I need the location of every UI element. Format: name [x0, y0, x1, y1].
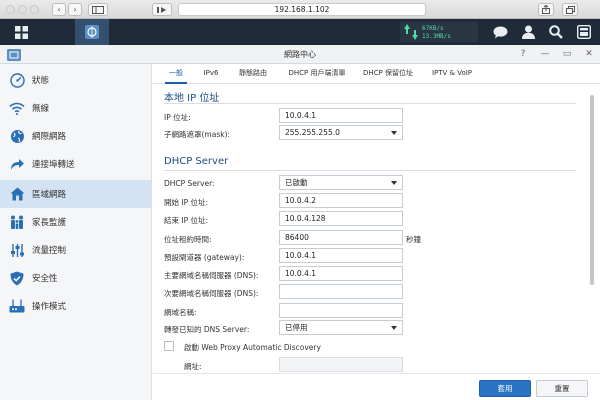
sidebar-item-internet[interactable]: 網際網路	[0, 122, 152, 150]
scrollbar[interactable]	[588, 85, 596, 373]
main-menu-icon[interactable]	[4, 19, 38, 45]
close-icon[interactable]: ✕	[583, 45, 595, 64]
lease-time-unit: 秒鐘	[406, 235, 421, 244]
subnet-mask-value: 255.255.255.0	[285, 128, 340, 137]
tab-dhcp-reservation[interactable]: DHCP 保留位址	[359, 64, 417, 84]
chevron-down-icon	[391, 131, 397, 135]
dhcp-server-label: DHCP Server:	[164, 179, 215, 188]
gauge-icon	[9, 72, 25, 88]
domain-name-input[interactable]	[279, 303, 403, 318]
wifi-icon	[9, 100, 25, 116]
globe-icon	[9, 128, 25, 144]
download-speed: 13.3MB/s	[422, 33, 451, 40]
start-ip-label: 開始 IP 位址:	[164, 198, 209, 207]
sidebar-item-status[interactable]: 狀態	[0, 66, 152, 94]
dsm-taskbar: 67KB/s 13.3MB/s	[0, 19, 600, 45]
minimize-icon[interactable]: —	[539, 45, 551, 64]
back-icon[interactable]: ‹	[52, 3, 66, 16]
sidebar-icon[interactable]	[88, 3, 108, 16]
minimize-window-dot[interactable]	[18, 5, 27, 14]
house-icon	[9, 186, 25, 202]
primary-dns-label: 主要網域名稱伺服器 (DNS):	[164, 271, 259, 280]
section-title-dhcp: DHCP Server	[164, 156, 229, 167]
section-divider	[164, 170, 576, 171]
reset-button[interactable]: 重置	[536, 380, 588, 397]
wpad-checkbox[interactable]	[164, 341, 174, 351]
gateway-input[interactable]: 10.0.4.1	[279, 248, 403, 263]
sidebar-item-lan[interactable]: 區域網路	[0, 180, 152, 208]
settings-panel: 本地 IP 位址 IP 位址: 10.0.4.1 子網路遮罩(mask): 25…	[153, 85, 588, 373]
start-ip-input[interactable]: 10.0.4.2	[279, 193, 403, 208]
wpad-label: 啟動 Web Proxy Automatic Discovery	[184, 343, 321, 352]
section-divider	[164, 103, 576, 104]
close-window-dot[interactable]	[6, 5, 15, 14]
secondary-dns-label: 次要網域名稱伺服器 (DNS):	[164, 289, 259, 298]
forward-dns-value: 已停用	[285, 323, 308, 332]
chevron-down-icon	[391, 326, 397, 330]
tabs-icon[interactable]	[562, 3, 578, 16]
router-icon	[9, 298, 25, 314]
forward-dns-label: 轉發已知的 DNS Server:	[164, 325, 250, 334]
tab-bar: 一般 IPv6 靜態路由 DHCP 用戶端清單 DHCP 保留位址 IPTV &…	[153, 64, 600, 84]
tab-general[interactable]: 一般	[165, 64, 187, 84]
primary-dns-input[interactable]: 10.0.4.1	[279, 266, 403, 281]
forward-icon[interactable]: ›	[68, 3, 82, 16]
scrollbar-thumb[interactable]	[590, 95, 594, 285]
sidebar-item-traffic-control[interactable]: 流量控制	[0, 236, 152, 264]
domain-name-label: 網域名稱:	[164, 308, 197, 317]
window-title-bar: 網路中心 ? — ▭ ✕	[0, 45, 600, 64]
sidebar-item-port-forwarding[interactable]: 連接埠轉送	[0, 150, 152, 178]
network-center-app-icon[interactable]	[75, 19, 109, 45]
forward-arrow-icon	[9, 156, 25, 172]
user-icon[interactable]	[514, 19, 542, 45]
sidebar-item-operation-mode[interactable]: 操作模式	[0, 292, 152, 320]
widgets-icon[interactable]	[570, 19, 598, 45]
chat-icon[interactable]	[486, 19, 514, 45]
subnet-mask-label: 子網路遮罩(mask):	[164, 130, 231, 139]
tab-ipv6[interactable]: IPv6	[199, 64, 223, 84]
search-icon[interactable]	[542, 19, 570, 45]
tab-static-route[interactable]: 靜態路由	[235, 64, 271, 84]
gateway-label: 預設閘道器 (gateway):	[164, 253, 245, 262]
ip-address-input[interactable]: 10.0.4.1	[279, 108, 403, 123]
help-icon[interactable]: ?	[517, 45, 529, 64]
sliders-icon	[9, 242, 25, 258]
secondary-dns-input[interactable]	[279, 284, 403, 299]
zoom-window-dot[interactable]	[30, 5, 39, 14]
subnet-mask-select[interactable]: 255.255.255.0	[279, 125, 403, 140]
lease-time-label: 位址租約時間:	[164, 235, 212, 244]
end-ip-input[interactable]: 10.0.4.128	[279, 211, 403, 226]
ip-address-label: IP 位址:	[164, 113, 191, 122]
maximize-icon[interactable]: ▭	[561, 45, 573, 64]
browser-toolbar: ‹ › 192.168.1.102	[0, 0, 600, 19]
forward-dns-select[interactable]: 已停用	[279, 320, 403, 335]
sidebar-item-parental-control[interactable]: 家長監護	[0, 208, 152, 236]
sidebar: 狀態 無線 網際網路 連接埠轉送 區域網路 家長監護 流量控制 安全性 操作模式	[0, 64, 152, 400]
shield-icon	[9, 270, 25, 286]
dhcp-server-value: 已啟動	[285, 178, 308, 187]
reader-icon[interactable]	[152, 3, 172, 16]
share-icon[interactable]	[538, 3, 554, 16]
url-label: 網址:	[184, 362, 202, 371]
sidebar-item-wireless[interactable]: 無線	[0, 94, 152, 122]
family-icon	[9, 214, 25, 230]
address-bar[interactable]: 192.168.1.102	[178, 3, 426, 16]
section-title-local-ip: 本地 IP 位址	[164, 93, 220, 104]
end-ip-label: 結束 IP 位址:	[164, 216, 209, 225]
tab-dhcp-client-list[interactable]: DHCP 用戶端清單	[283, 64, 351, 84]
upload-speed: 67KB/s	[422, 25, 444, 32]
footer-bar: 套用 重置	[153, 373, 600, 400]
network-speed-widget: 67KB/s 13.3MB/s	[400, 22, 478, 42]
window-title: 網路中心	[284, 50, 316, 59]
apply-button[interactable]: 套用	[479, 380, 531, 397]
dhcp-server-select[interactable]: 已啟動	[279, 175, 403, 190]
sidebar-item-security[interactable]: 安全性	[0, 264, 152, 292]
chevron-down-icon	[391, 181, 397, 185]
url-input[interactable]	[279, 357, 403, 372]
tab-iptv-voip[interactable]: IPTV & VoIP	[429, 64, 475, 84]
lease-time-input[interactable]: 86400	[279, 230, 403, 245]
speed-arrows-icon	[404, 24, 418, 40]
